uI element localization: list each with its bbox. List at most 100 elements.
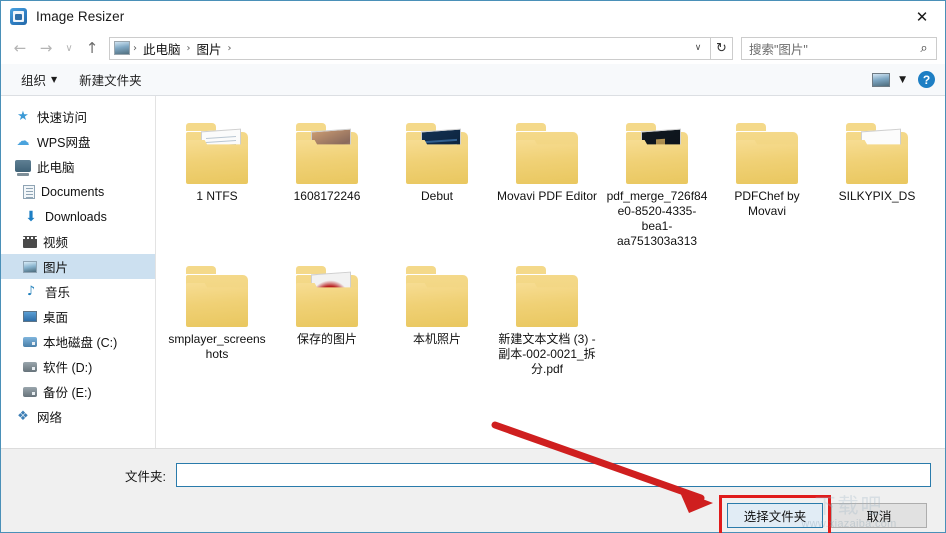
sidebar-item-12[interactable]: ❖ 网络 <box>1 404 155 429</box>
organize-label: 组织 <box>21 74 47 88</box>
navigation-bar: ← → ∨ ↑ › 此电脑 › 图片 › ∨ ↻ 搜索"图片" ⌕ <box>1 32 945 64</box>
sidebar-item-0[interactable]: ★ 快速访问 <box>1 104 155 129</box>
breadcrumb-item-pictures[interactable]: 图片 <box>192 39 227 58</box>
folder-icon <box>510 110 584 186</box>
folder-input[interactable] <box>176 463 931 487</box>
file-tile[interactable]: pdf_merge_726f84e0-8520-4335-bea1-aa7513… <box>602 106 712 249</box>
sidebar-item-label: Downloads <box>45 209 107 224</box>
chevron-down-icon[interactable]: ∨ <box>688 38 708 59</box>
file-tile[interactable]: PDFChef by Movavi <box>712 106 822 249</box>
sidebar-item-label: 音乐 <box>45 286 71 300</box>
sidebar-item-4[interactable]: ⬇ Downloads <box>1 204 155 229</box>
folder-icon <box>290 110 364 186</box>
cloud-icon: ☁ <box>16 134 30 149</box>
file-tile-label: 保存的图片 <box>296 332 357 346</box>
new-folder-button[interactable]: 新建文件夹 <box>73 67 148 92</box>
sidebar-item-label: 图片 <box>43 261 69 275</box>
file-tile-label: pdf_merge_726f84e0-8520-4335-bea1-aa7513… <box>606 189 708 248</box>
select-folder-button[interactable]: 选择文件夹 <box>727 503 823 528</box>
sidebar-item-label: 网络 <box>37 411 63 425</box>
file-tile[interactable]: 保存的图片 <box>272 249 382 377</box>
dialog-footer: 文件夹: 选择文件夹 取消 下载吧 www.xiazaiba.com <box>1 448 945 533</box>
close-icon[interactable]: ✕ <box>899 1 945 32</box>
sidebar-item-label: 视频 <box>43 236 69 250</box>
sidebar-item-2[interactable]: 此电脑 <box>1 154 155 179</box>
recent-locations-button[interactable]: ∨ <box>59 36 79 60</box>
file-tile[interactable]: Debut <box>382 106 492 249</box>
drive-icon <box>23 336 37 347</box>
sidebar-item-6[interactable]: 图片 <box>1 254 155 279</box>
folder-field-row: 文件夹: <box>1 463 945 487</box>
breadcrumb-item-this-pc[interactable]: 此电脑 <box>138 39 186 58</box>
file-grid: 1 NTFS 1608172246 Debut Movavi PDF Editor pd… <box>156 96 945 377</box>
title-bar: Image Resizer ✕ <box>1 1 945 32</box>
file-tile-label: 本机照片 <box>412 332 461 346</box>
documents-icon <box>23 184 35 199</box>
this-pc-icon <box>15 159 31 176</box>
downloads-icon: ⬇ <box>25 208 37 225</box>
folder-icon <box>180 253 254 329</box>
sidebar-item-8[interactable]: 桌面 <box>1 304 155 329</box>
file-tile-label: PDFChef by Movavi <box>734 189 800 218</box>
command-bar: 组织 ▼ 新建文件夹 ▼ ? <box>1 64 945 96</box>
file-tile[interactable]: 1608172246 <box>272 106 382 249</box>
select-folder-wrapper: 选择文件夹 <box>719 495 831 533</box>
file-tile[interactable]: 新建文本文档 (3) - 副本-002-0021_拆分.pdf <box>492 249 602 377</box>
organize-button[interactable]: 组织 ▼ <box>15 67 63 92</box>
refresh-icon[interactable]: ↻ <box>711 36 733 60</box>
sidebar-item-label: 备份 (E:) <box>43 386 92 400</box>
change-view-icon[interactable] <box>872 72 891 87</box>
chevron-down-icon[interactable]: ▼ <box>899 75 906 85</box>
desktop-icon <box>23 311 37 322</box>
sidebar-item-label: 软件 (D:) <box>43 361 93 375</box>
folder-icon <box>620 110 694 186</box>
search-icon: ⌕ <box>920 40 928 56</box>
pictures-icon <box>23 260 37 273</box>
sidebar-item-7[interactable]: ♪ 音乐 <box>1 279 155 304</box>
videos-icon <box>23 235 37 248</box>
file-tile[interactable]: smplayer_screenshots <box>162 249 272 377</box>
chevron-down-icon: ▼ <box>51 75 58 84</box>
file-tile-label: smplayer_screenshots <box>168 332 266 361</box>
file-tile-label: 新建文本文档 (3) - 副本-002-0021_拆分.pdf <box>498 332 596 376</box>
forward-button[interactable]: → <box>33 36 59 60</box>
folder-icon <box>400 110 474 186</box>
navigation-pane: ★ 快速访问 ☁ WPS网盘此电脑 Documents ⬇ Downloads 视频图片 ♪ 音乐… <box>1 96 156 448</box>
network-icon: ❖ <box>17 409 29 424</box>
file-tile-label: 1 NTFS <box>196 189 238 203</box>
breadcrumb-separator: › <box>227 42 232 54</box>
sidebar-item-10[interactable]: 软件 (D:) <box>1 354 155 379</box>
file-tile-label: Movavi PDF Editor <box>496 189 598 203</box>
image-resizer-icon <box>10 8 27 25</box>
cancel-button[interactable]: 取消 <box>831 503 927 528</box>
address-bar[interactable]: › 此电脑 › 图片 › ∨ <box>109 36 711 60</box>
window-title: Image Resizer <box>36 9 125 24</box>
search-box[interactable]: 搜索"图片" ⌕ <box>741 36 937 60</box>
folder-label: 文件夹: <box>125 469 166 484</box>
image-resizer-folder-dialog: Image Resizer ✕ ← → ∨ ↑ › 此电脑 › 图片 › ∨ ↻… <box>0 0 946 533</box>
music-icon: ♪ <box>26 284 36 299</box>
folder-icon <box>840 110 914 186</box>
file-tile[interactable]: 本机照片 <box>382 249 492 377</box>
file-tile[interactable]: 1 NTFS <box>162 106 272 249</box>
sidebar-item-3[interactable]: Documents <box>1 179 155 204</box>
sidebar-item-label: Documents <box>41 184 105 199</box>
file-list-view[interactable]: 1 NTFS 1608172246 Debut Movavi PDF Editor pd… <box>156 96 945 448</box>
help-icon[interactable]: ? <box>918 71 935 88</box>
folder-icon <box>730 110 804 186</box>
drive-icon <box>23 361 37 372</box>
search-input[interactable]: 搜索"图片" <box>749 39 917 58</box>
folder-icon <box>290 253 364 329</box>
back-button[interactable]: ← <box>7 36 33 60</box>
sidebar-item-9[interactable]: 本地磁盘 (C:) <box>1 329 155 354</box>
sidebar-item-1[interactable]: ☁ WPS网盘 <box>1 129 155 154</box>
file-tile-label: 1608172246 <box>293 189 361 203</box>
star-icon: ★ <box>17 109 29 124</box>
sidebar-item-5[interactable]: 视频 <box>1 229 155 254</box>
sidebar-item-label: 此电脑 <box>37 161 75 175</box>
file-tile[interactable]: SILKYPIX_DS <box>822 106 932 249</box>
sidebar-item-11[interactable]: 备份 (E:) <box>1 379 155 404</box>
file-tile[interactable]: Movavi PDF Editor <box>492 106 602 249</box>
up-button[interactable]: ↑ <box>79 36 105 60</box>
dialog-body: ★ 快速访问 ☁ WPS网盘此电脑 Documents ⬇ Downloads 视频图片 ♪ 音乐… <box>1 96 945 448</box>
